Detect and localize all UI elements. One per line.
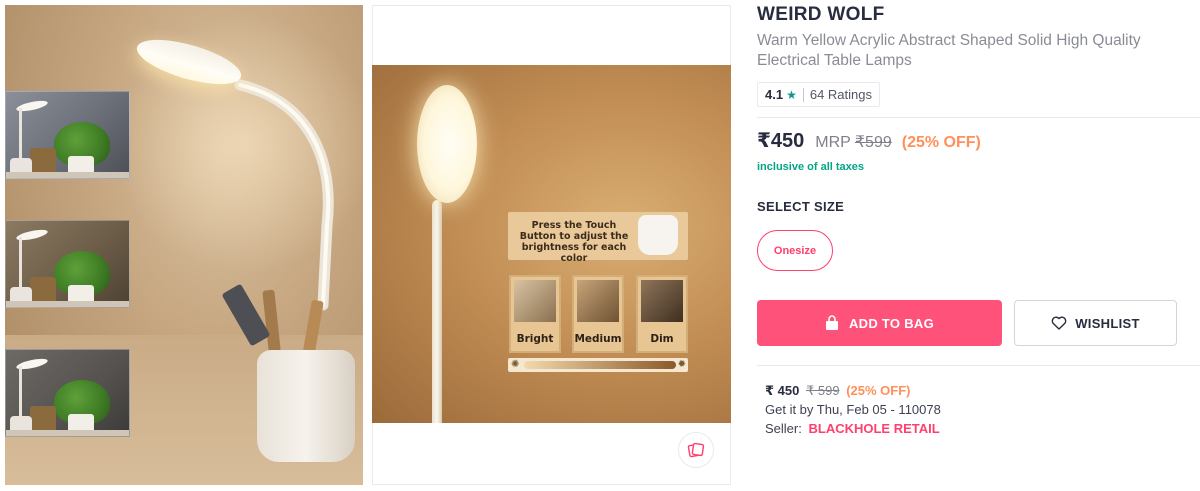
ratings-count: 64 Ratings	[809, 87, 872, 102]
thumb-table	[6, 430, 129, 436]
rating-summary[interactable]: 4.1 ★ 64 Ratings	[757, 82, 880, 107]
product-image-secondary[interactable]: Press the Touch Button to adjust the bri…	[372, 65, 731, 423]
thumb-table	[6, 301, 129, 307]
discount-percent: (25% OFF)	[901, 134, 981, 151]
thumb-lamp-pole	[19, 366, 22, 422]
lamp-pole	[432, 200, 442, 423]
wishlist-button[interactable]: WISHLIST	[1014, 300, 1177, 346]
mrp-label: MRP	[815, 134, 851, 151]
mode-dim-image	[641, 280, 683, 322]
star-icon: ★	[786, 87, 797, 102]
brightness-scale: ✺ ✹	[508, 358, 688, 372]
seller-label: Seller:	[765, 421, 802, 436]
delivery-seller-info: ₹ 450 ₹ 599 (25% OFF) Get it by Thu, Feb…	[765, 381, 941, 438]
sun-icon: ✺	[511, 359, 520, 370]
wishlist-label: WISHLIST	[1075, 315, 1140, 331]
seller-name-link[interactable]: BLACKHOLE RETAIL	[808, 421, 939, 436]
mode-dim: Dim	[636, 275, 688, 353]
delivery-mrp: ₹ 599	[805, 383, 840, 398]
infographic-cup-image	[638, 215, 678, 255]
compare-button[interactable]	[678, 432, 714, 468]
mrp-price: ₹599	[854, 134, 892, 151]
bag-icon	[825, 315, 838, 330]
pen-holder-base	[257, 350, 355, 462]
mode-medium-image	[577, 280, 619, 322]
rating-value: 4.1	[765, 87, 784, 102]
brand-name[interactable]: WEIRD WOLF	[757, 4, 885, 26]
infographic-instruction: Press the Touch Button to adjust the bri…	[519, 220, 629, 264]
size-option-onesize[interactable]: Onesize	[757, 230, 833, 271]
selling-price: ₹450	[757, 130, 805, 152]
product-title: Warm Yellow Acrylic Abstract Shaped Soli…	[757, 32, 1141, 69]
add-to-bag-label: ADD TO BAG	[848, 315, 935, 331]
mode-medium: Medium	[572, 275, 624, 353]
delivery-eta: Get it by Thu, Feb 05 - 110078	[765, 402, 941, 417]
delivery-discount: (25% OFF)	[846, 383, 911, 398]
mode-bright: Bright	[509, 275, 561, 353]
select-size-heading: SELECT SIZE	[757, 199, 845, 214]
add-to-bag-button[interactable]: ADD TO BAG	[757, 300, 1002, 346]
taxes-note: inclusive of all taxes	[757, 161, 864, 173]
mode-bright-label: Bright	[516, 333, 554, 345]
divider	[757, 117, 1200, 118]
thumb-table	[6, 172, 129, 178]
mode-bright-image	[514, 280, 556, 322]
delivery-price-line: ₹ 450 ₹ 599 (25% OFF)	[765, 381, 941, 400]
mode-dim-label: Dim	[650, 333, 674, 345]
mode-medium-label: Medium	[574, 333, 622, 345]
seller-line: Seller: BLACKHOLE RETAIL	[765, 419, 941, 438]
delivery-price: ₹ 450	[765, 383, 800, 398]
thumb-lamp-pole	[19, 237, 22, 293]
rating-divider	[802, 87, 804, 102]
thumbnail-bright-mode[interactable]	[5, 91, 130, 179]
sun-dim-icon: ✹	[677, 359, 686, 370]
divider	[757, 365, 1200, 366]
lamp-disc	[417, 85, 477, 203]
thumbnail-dim-mode[interactable]	[5, 349, 130, 437]
price-row: ₹450 MRP ₹599 (25% OFF)	[757, 128, 981, 153]
thumbnail-strip	[5, 91, 130, 478]
brightness-gradient-bar	[524, 361, 676, 369]
thumbnail-medium-mode[interactable]	[5, 220, 130, 308]
heart-icon	[1051, 316, 1067, 330]
compare-icon	[687, 442, 705, 458]
thumb-lamp-pole	[19, 108, 22, 164]
